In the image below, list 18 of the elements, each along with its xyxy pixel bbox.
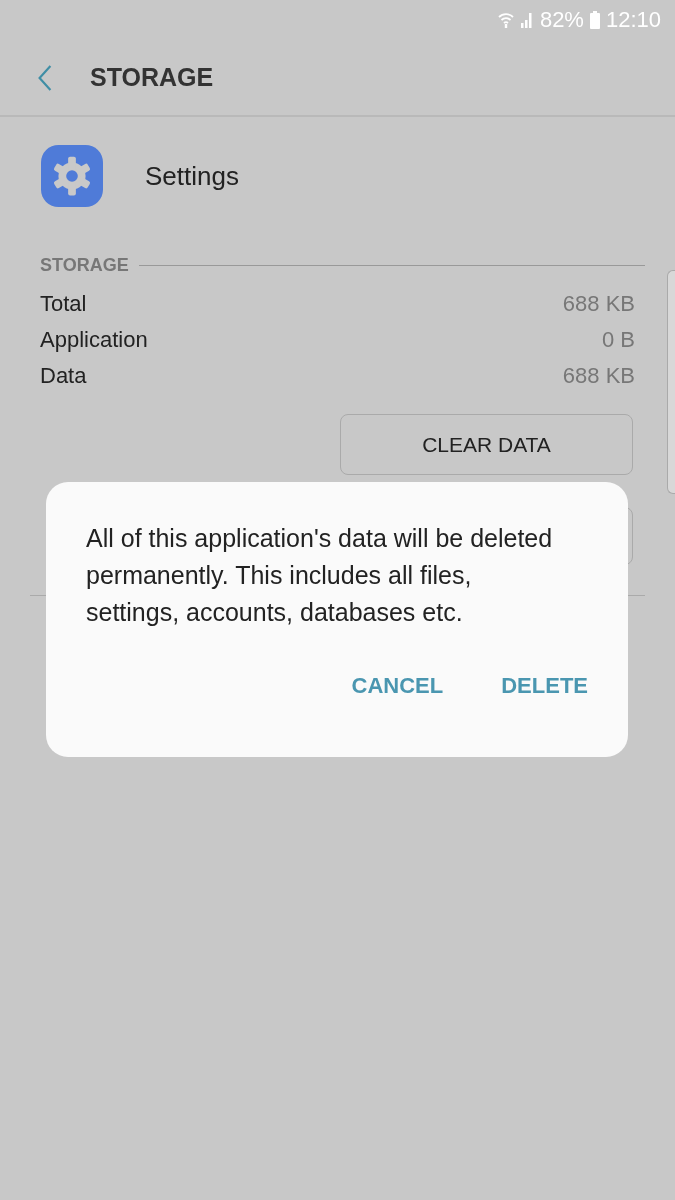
section-heading: STORAGE: [40, 255, 129, 276]
row-label: Total: [40, 291, 87, 317]
row-value: 688 KB: [562, 363, 635, 389]
row-value: 688 KB: [562, 291, 635, 317]
dialog-message: All of this application's data will be deleted permanently. This includes all files, settings, accounts, databases etc.: [86, 523, 554, 628]
back-icon[interactable]: [38, 64, 52, 91]
row-label: Data: [40, 363, 87, 389]
dialog-button[interactable]: CANCEL: [351, 669, 444, 703]
battery-icon: [589, 11, 600, 29]
signal-icon: [519, 12, 534, 28]
screen-title: STORAGE: [90, 63, 214, 92]
gear-icon: [41, 145, 103, 207]
row-value: 0 B: [601, 327, 635, 353]
app-name: Settings: [145, 160, 239, 192]
wifi-icon: [497, 11, 514, 29]
dialog-button[interactable]: DELETE: [501, 669, 588, 703]
clear-data-button[interactable]: CLEAR DATA: [340, 414, 633, 475]
row-label: Application: [40, 327, 148, 353]
